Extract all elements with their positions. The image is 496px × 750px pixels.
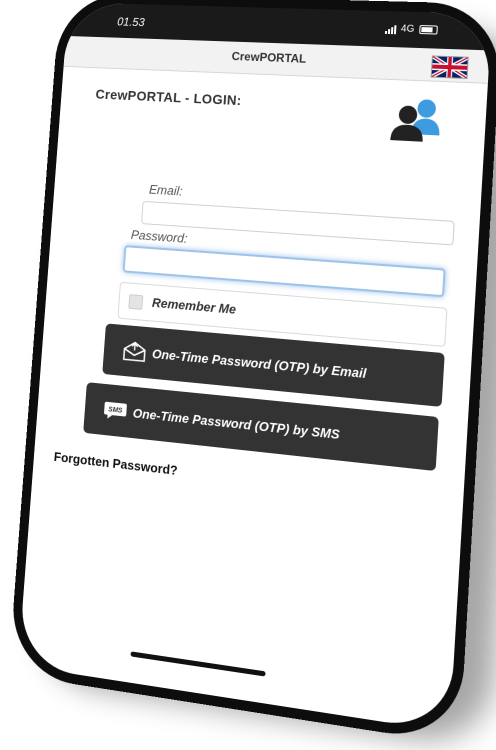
- login-heading: CrewPORTAL - LOGIN:: [95, 86, 243, 109]
- network-type: 4G: [400, 23, 415, 35]
- email-field[interactable]: [140, 200, 455, 246]
- status-time: 01.53: [116, 14, 146, 30]
- signal-icon: [384, 23, 397, 34]
- envelope-icon: [122, 340, 148, 364]
- phone-frame: 01.53 4G CrewPORTAL CrewPORTAL - LOGIN:: [8, 0, 496, 745]
- otp-email-label: One-Time Password (OTP) by Email: [151, 345, 367, 381]
- status-icons: 4G: [384, 23, 438, 36]
- home-indicator[interactable]: [130, 651, 266, 677]
- remember-me-checkbox[interactable]: [128, 294, 144, 310]
- app-title: CrewPORTAL: [231, 49, 307, 66]
- uk-flag-icon[interactable]: [430, 55, 469, 79]
- otp-sms-label: One-Time Password (OTP) by SMS: [132, 405, 341, 442]
- sms-icon: SMS: [103, 401, 127, 421]
- app-screen: 01.53 4G CrewPORTAL CrewPORTAL - LOGIN:: [18, 2, 493, 733]
- password-label: Password:: [130, 227, 188, 246]
- svg-text:SMS: SMS: [108, 406, 123, 415]
- forgotten-password-link[interactable]: Forgotten Password?: [53, 449, 178, 478]
- users-icon: [390, 99, 441, 142]
- remember-me-label: Remember Me: [151, 295, 237, 317]
- email-label: Email:: [148, 181, 184, 199]
- battery-icon: [419, 25, 438, 35]
